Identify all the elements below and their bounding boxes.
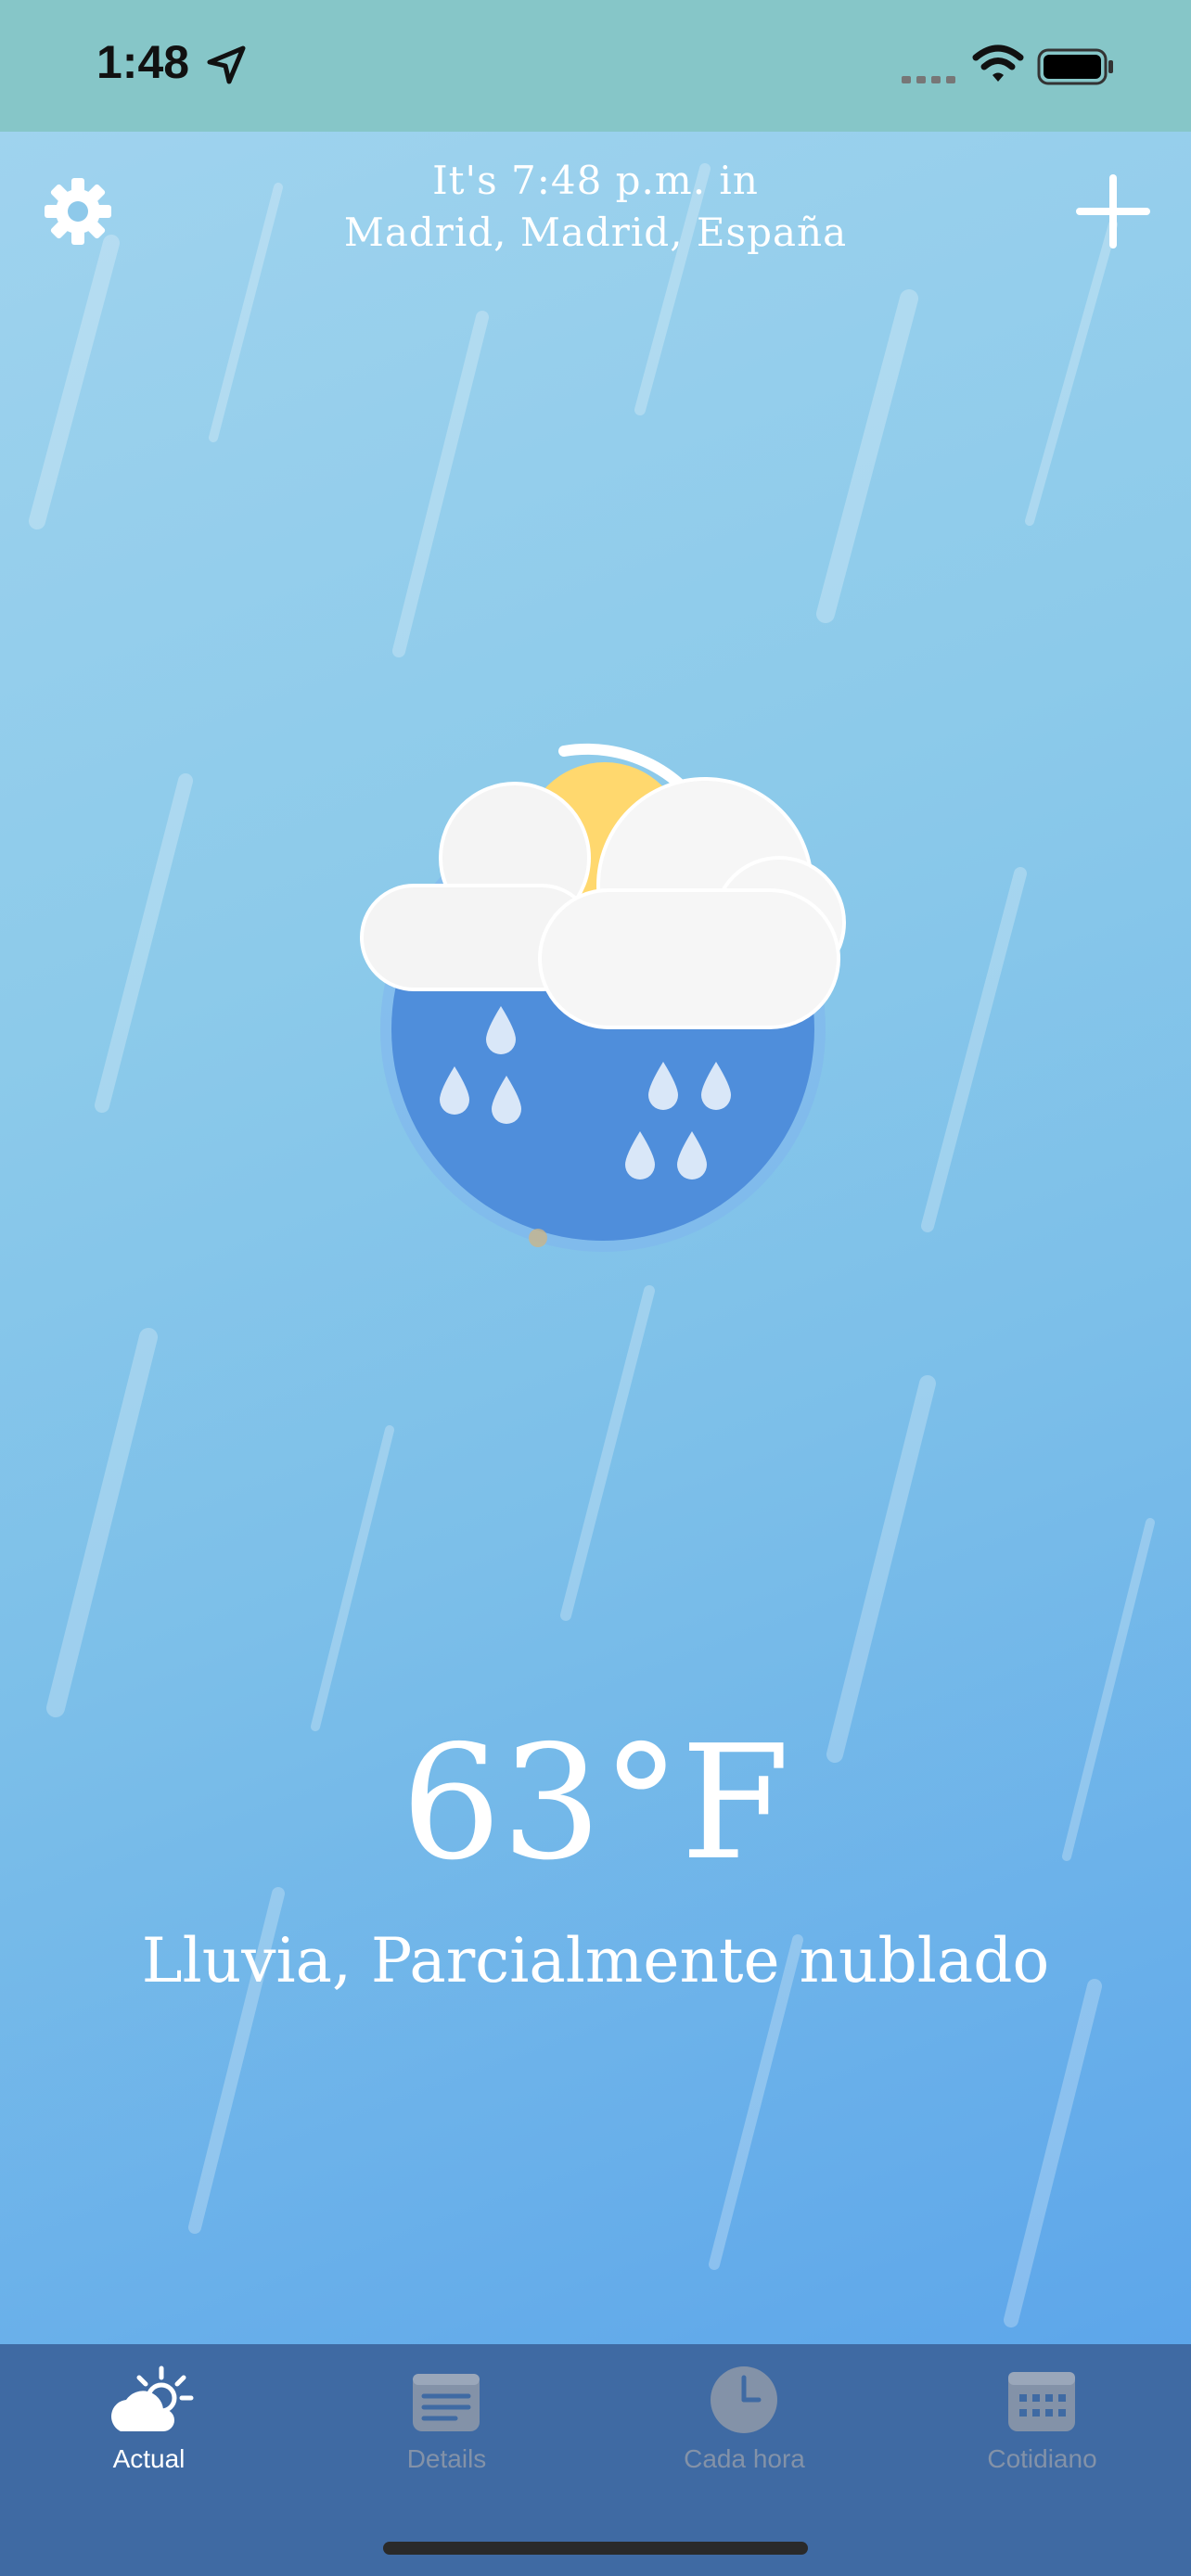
- plus-icon[interactable]: [1076, 174, 1150, 249]
- status-time: 1:48: [96, 36, 190, 88]
- temperature: 63°F: [401, 1712, 790, 1895]
- tab-label-actual: Actual: [112, 2444, 186, 2473]
- details-icon: [413, 2374, 480, 2431]
- home-indicator[interactable]: [383, 2542, 808, 2555]
- battery-icon: [1037, 48, 1113, 85]
- cloud-sun-icon: [111, 2366, 194, 2431]
- tab-label-cada-hora: Cada hora: [684, 2444, 805, 2473]
- tab-cada-hora[interactable]: Cada hora: [596, 2344, 893, 2520]
- condition-text: Lluvia, Parcialmente nublado: [141, 1925, 1050, 1996]
- tab-details[interactable]: Details: [298, 2344, 596, 2520]
- calendar-icon: [1008, 2372, 1075, 2431]
- wifi-icon: [972, 45, 1024, 82]
- signal-icon: [902, 76, 955, 83]
- clock-icon: [711, 2366, 777, 2433]
- tab-label-cotidiano: Cotidiano: [987, 2444, 1097, 2473]
- tab-label-details: Details: [406, 2444, 487, 2473]
- tab-actual[interactable]: Actual: [0, 2344, 298, 2520]
- status-bar: 1:48: [0, 0, 1191, 132]
- rain-partly-cloudy-icon: [360, 743, 846, 1252]
- local-time-text: It's 7:48 p.m. in: [432, 158, 759, 203]
- tab-cotidiano[interactable]: Cotidiano: [893, 2344, 1191, 2520]
- location-text[interactable]: Madrid, Madrid, España: [0, 210, 1191, 255]
- location-arrow-icon: [207, 45, 246, 84]
